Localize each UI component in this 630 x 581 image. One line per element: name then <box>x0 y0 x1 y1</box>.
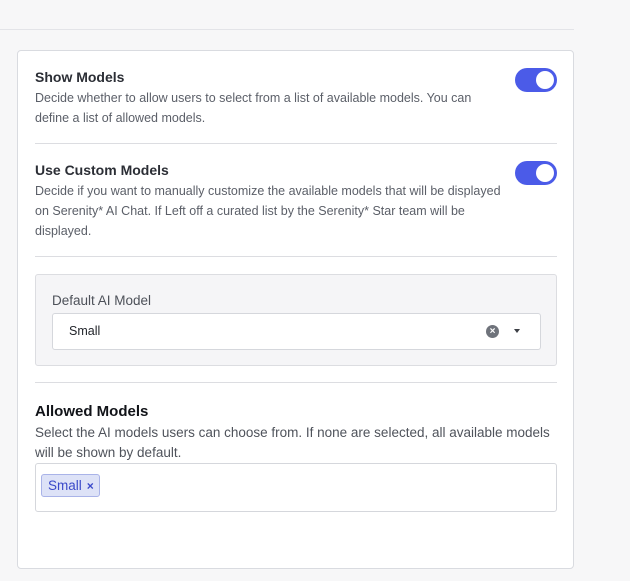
top-bar <box>0 0 574 30</box>
divider <box>35 256 557 257</box>
chip-label: Small <box>48 478 82 493</box>
show-models-setting: Show Models Decide whether to allow user… <box>35 68 557 128</box>
show-models-toggle[interactable] <box>515 68 557 92</box>
default-model-panel: Default AI Model Small × <box>35 274 557 366</box>
show-models-description: Decide whether to allow users to select … <box>35 91 472 125</box>
divider <box>35 143 557 144</box>
show-models-title: Show Models <box>35 69 125 85</box>
custom-models-title: Use Custom Models <box>35 162 169 178</box>
default-model-label: Default AI Model <box>52 293 152 308</box>
caret-down-icon[interactable] <box>514 329 520 333</box>
custom-models-setting: Use Custom Models Decide if you want to … <box>35 161 557 241</box>
default-model-select[interactable]: Small × <box>52 313 541 350</box>
toggle-knob <box>536 164 554 182</box>
clear-selection-icon[interactable]: × <box>486 325 499 338</box>
custom-models-description: Decide if you want to manually customize… <box>35 184 501 238</box>
selected-model-chip: Small × <box>41 474 100 497</box>
allowed-models-multiselect[interactable]: Small × <box>35 463 557 512</box>
default-model-value: Small <box>69 324 101 338</box>
allowed-models-title: Allowed Models <box>35 403 149 420</box>
settings-card: Show Models Decide whether to allow user… <box>17 50 574 569</box>
toggle-knob <box>536 71 554 89</box>
divider <box>35 382 557 383</box>
remove-chip-icon[interactable]: × <box>87 480 94 492</box>
allowed-models-description: Select the AI models users can choose fr… <box>35 425 550 460</box>
custom-models-toggle[interactable] <box>515 161 557 185</box>
